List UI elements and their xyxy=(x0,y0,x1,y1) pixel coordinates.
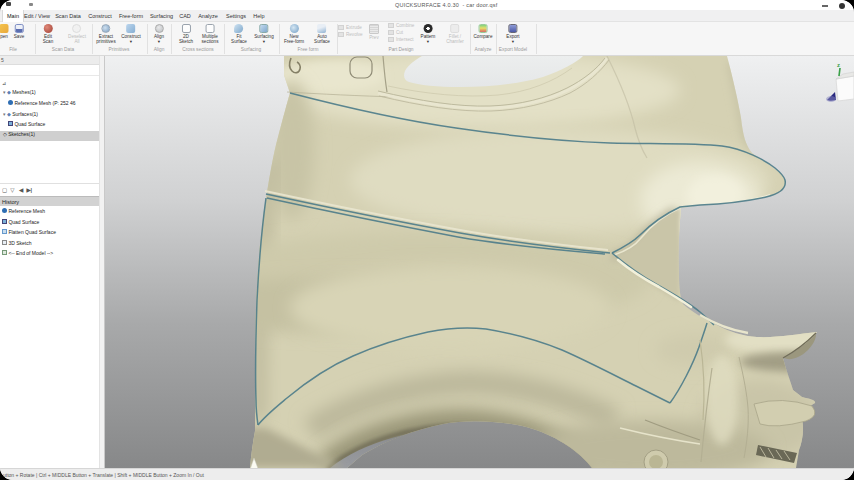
svg-text:z: z xyxy=(837,62,840,68)
